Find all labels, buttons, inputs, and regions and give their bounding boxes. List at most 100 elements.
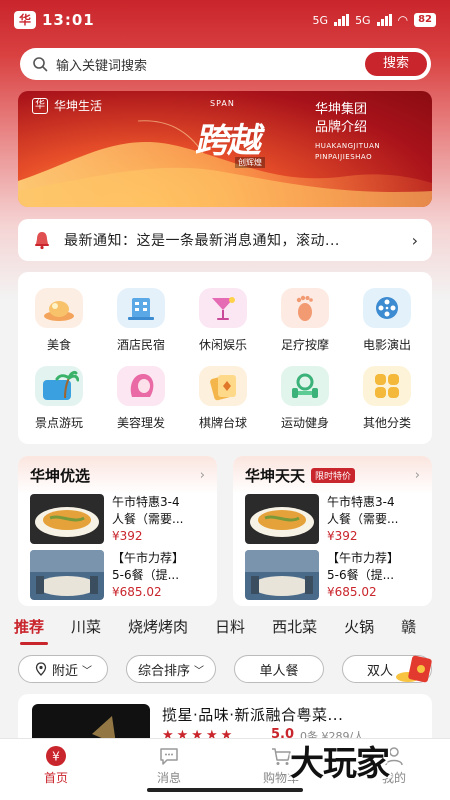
- category-label: 景点游玩: [34, 416, 83, 430]
- brand-banner[interactable]: 华 华坤生活 SPAN 跨越 创辉煌 华坤集团 品牌介绍 HUAKANGJITU…: [18, 91, 432, 207]
- category-grid: 美食 酒店民宿 休闲娱乐 足疗按摩 电影演出 景点游玩 美容理发 棋牌台球 运动…: [18, 272, 432, 444]
- banner-span-label: SPAN: [210, 99, 235, 108]
- promo-item-name: 5-6餐（提...: [327, 568, 395, 582]
- promo-item-name: 5-6餐（提...: [112, 568, 180, 582]
- location-pin-icon: [35, 662, 47, 676]
- home-icon: ¥: [16, 745, 96, 767]
- home-indicator[interactable]: [147, 788, 303, 792]
- filter-single-meal[interactable]: 单人餐: [234, 655, 324, 683]
- hair-icon: [117, 366, 165, 406]
- category-chess[interactable]: 棋牌台球: [182, 366, 264, 431]
- chevron-right-icon[interactable]: ›: [200, 468, 205, 483]
- category-beauty[interactable]: 美容理发: [100, 366, 182, 431]
- filter-nearby[interactable]: 附近 ﹀: [18, 655, 108, 683]
- promo-item-image: [30, 550, 104, 600]
- category-movies[interactable]: 电影演出: [346, 288, 428, 353]
- status-indicators: 5G 5G ◠ 82: [313, 13, 436, 27]
- search-icon: [33, 57, 48, 72]
- chevron-right-icon[interactable]: ›: [415, 468, 420, 483]
- app-logo-badge: 华: [14, 11, 36, 29]
- cards-icon: [199, 366, 247, 406]
- banner-title: 华坤集团 品牌介绍: [315, 101, 367, 137]
- banner-brand: 华 华坤生活: [32, 97, 102, 114]
- promo-item-price: ¥685.02: [327, 585, 377, 599]
- category-hotel[interactable]: 酒店民宿: [100, 288, 182, 353]
- nav-messages[interactable]: 消息: [129, 745, 209, 786]
- category-label: 美容理发: [116, 416, 165, 430]
- category-food[interactable]: 美食: [18, 288, 100, 353]
- promo-item-name: 午市特惠3-4: [327, 495, 395, 509]
- signal-icon: [334, 14, 350, 26]
- tab-northwest[interactable]: 西北菜: [272, 616, 317, 642]
- promo-item[interactable]: 【午市力荐】 5-6餐（提... ¥685.02: [233, 550, 432, 604]
- category-leisure[interactable]: 休闲娱乐: [182, 288, 264, 353]
- category-massage[interactable]: 足疗按摩: [264, 288, 346, 353]
- banner-title-line1: 华坤集团: [315, 102, 368, 117]
- banner-pinyin-line2: PINPAIJIESHAO: [315, 153, 373, 161]
- film-reel-icon: [363, 288, 411, 328]
- banner-calligraphy-sub: 创辉煌: [235, 157, 265, 168]
- promo-item[interactable]: 【午市力荐】 5-6餐（提... ¥685.02: [18, 550, 217, 604]
- hotel-icon: [117, 288, 165, 328]
- category-label: 电影演出: [362, 338, 411, 352]
- promo-item-name: 午市特惠3-4: [112, 495, 180, 509]
- limited-offer-badge: 限时特价: [311, 467, 356, 483]
- palm-tree-icon: [35, 366, 83, 406]
- promo-title: 华坤优选: [30, 466, 91, 485]
- tab-bbq[interactable]: 烧烤烤肉: [128, 616, 188, 642]
- network-label: 5G: [355, 13, 371, 27]
- tab-japanese[interactable]: 日料: [215, 616, 245, 642]
- category-scenic[interactable]: 景点游玩: [18, 366, 100, 431]
- promo-item-price: ¥392: [112, 529, 143, 543]
- nav-home[interactable]: ¥ 首页: [16, 745, 96, 786]
- signal-icon: [376, 14, 392, 26]
- nav-label: 首页: [43, 771, 68, 785]
- promo-item-name: 人餐（需要...: [327, 512, 399, 526]
- category-fitness[interactable]: 运动健身: [264, 366, 346, 431]
- tab-recommend[interactable]: 推荐: [14, 616, 44, 642]
- category-label: 休闲娱乐: [198, 338, 247, 352]
- chevron-down-icon: ﹀: [82, 665, 92, 677]
- promo-item-name: 【午市力荐】: [327, 551, 400, 565]
- promo-item-image: [30, 494, 104, 544]
- search-button[interactable]: 搜索: [365, 52, 427, 76]
- bell-icon: [35, 232, 49, 250]
- promo-item-name: 【午市力荐】: [112, 551, 185, 565]
- wifi-icon: ◠: [397, 13, 409, 27]
- filter-sort[interactable]: 综合排序 ﹀: [126, 655, 216, 683]
- watermark-text: 大玩家: [290, 744, 390, 784]
- tab-sichuan[interactable]: 川菜: [71, 616, 101, 642]
- chevron-down-icon: ﹀: [194, 665, 204, 677]
- category-other[interactable]: 其他分类: [346, 366, 428, 431]
- category-label: 足疗按摩: [280, 338, 329, 352]
- status-bar: 华 13:01 5G 5G ◠ 82: [0, 0, 450, 40]
- tab-jiangxi[interactable]: 赣: [401, 616, 416, 642]
- foot-icon: [281, 288, 329, 328]
- filter-label: 附近: [51, 663, 78, 679]
- promo-item-price: ¥392: [327, 529, 358, 543]
- red-packet-icon[interactable]: [394, 653, 434, 685]
- promo-title: 华坤天天: [245, 466, 306, 485]
- category-label: 酒店民宿: [116, 338, 165, 352]
- filter-label: 综合排序: [137, 663, 190, 679]
- filter-label: 双人: [367, 663, 394, 679]
- promo-item[interactable]: 午市特惠3-4 人餐（需要... ¥392: [18, 494, 217, 548]
- svg-text:¥: ¥: [52, 750, 60, 764]
- cuisine-tabs: 推荐 川菜 烧烤烤肉 日料 西北菜 火锅 赣: [14, 616, 450, 642]
- promo-item-price: ¥685.02: [112, 585, 162, 599]
- category-label: 棋牌台球: [198, 416, 247, 430]
- category-label: 美食: [46, 338, 71, 352]
- promo-item-name: 人餐（需要...: [112, 512, 184, 526]
- tab-hotpot[interactable]: 火锅: [344, 616, 374, 642]
- nav-label: 消息: [156, 771, 181, 785]
- search-input[interactable]: 输入关键词搜索 搜索: [20, 48, 431, 80]
- promo-card-tiantian[interactable]: 华坤天天 限时特价 › 午市特惠3-4 人餐（需要... ¥392 【午市力荐】…: [233, 456, 432, 606]
- promo-card-youxuan[interactable]: 华坤优选 › 午市特惠3-4 人餐（需要... ¥392 【午市力荐】 5-6餐…: [18, 456, 217, 606]
- promo-item[interactable]: 午市特惠3-4 人餐（需要... ¥392: [233, 494, 432, 548]
- category-label: 运动健身: [280, 416, 329, 430]
- notice-text: 最新通知：这是一条最新消息通知，滚动...: [64, 233, 340, 249]
- notice-bar[interactable]: 最新通知：这是一条最新消息通知，滚动... ›: [18, 219, 432, 261]
- category-label: 其他分类: [362, 416, 411, 430]
- grid-icon: [363, 366, 411, 406]
- promo-header: 华坤优选 ›: [18, 456, 217, 494]
